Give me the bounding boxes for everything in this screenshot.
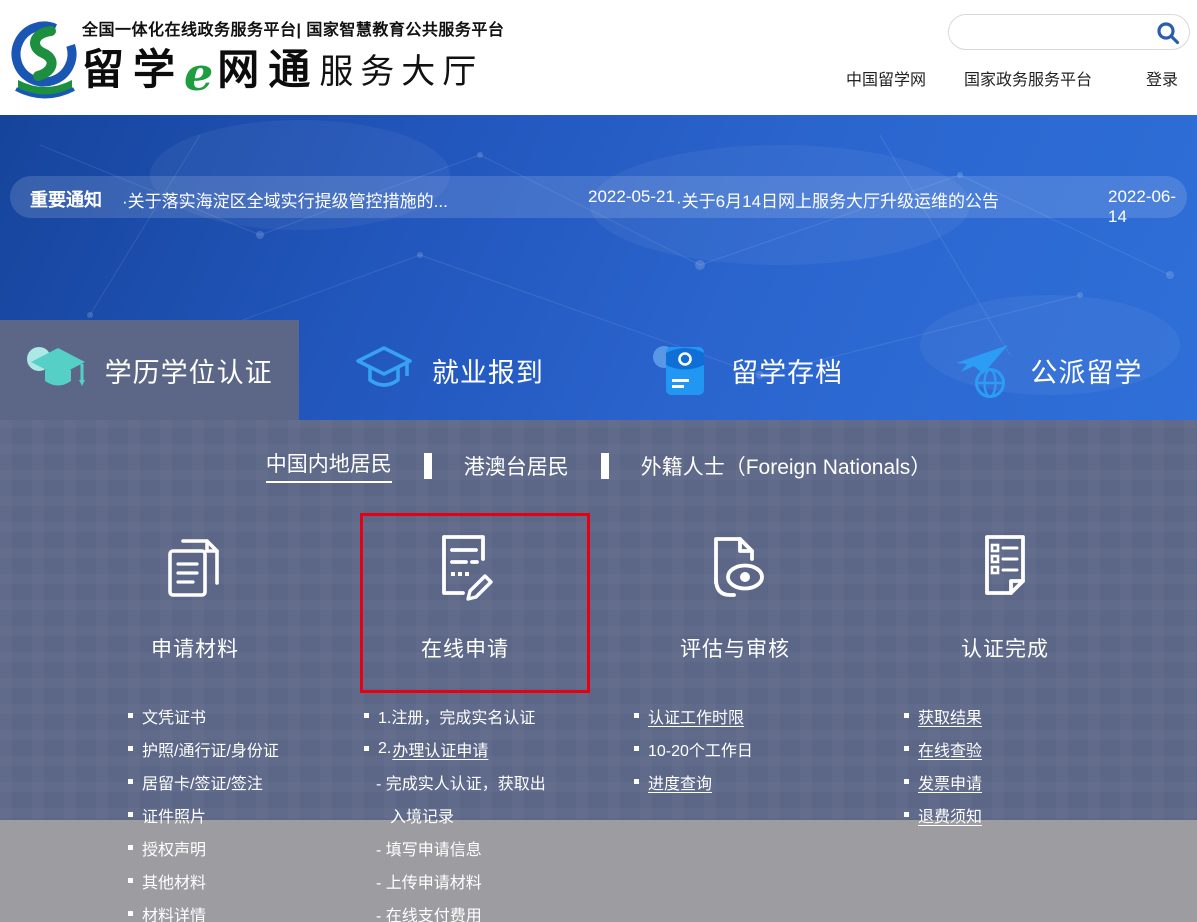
tab-study-abroad-archive[interactable]: 留学存档 xyxy=(599,320,898,420)
notice-link[interactable]: ·关于6月14日网上服务大厅升级运维的公告 xyxy=(676,187,999,212)
brand-part1: 留学 xyxy=(82,36,184,97)
header: 全国一体化在线政务服务平台| 国家智慧教育公共服务平台 留学e网通服务大厅 中国… xyxy=(0,0,1197,115)
notice-bar-label: 重要通知 xyxy=(30,186,102,212)
subtab-mainland-residents[interactable]: 中国内地居民 xyxy=(266,448,392,483)
step-label: 在线申请 xyxy=(421,633,509,663)
notice-date: 2022-06-14 xyxy=(1108,187,1187,227)
cscse-logo-icon xyxy=(6,12,84,104)
step-list: 认证工作时限 10-20个工作日 进度查询 xyxy=(634,699,870,798)
step-column-online-application: 在线申请 1.注册，完成实名认证 2.办理认证申请 - 完成实人认证，获取出 入… xyxy=(330,505,600,922)
list-item[interactable]: 认证工作时限 xyxy=(634,699,870,732)
form-edit-icon xyxy=(423,525,507,609)
list-item[interactable]: 进度查询 xyxy=(634,765,870,798)
list-item[interactable]: 授权声明 xyxy=(128,831,330,864)
list-item: 10-20个工作日 xyxy=(634,732,870,765)
nav-link-china-study-abroad[interactable]: 中国留学网 xyxy=(846,66,926,90)
subtab-separator xyxy=(601,453,609,479)
tab-government-sponsored-study[interactable]: 公派留学 xyxy=(898,320,1197,420)
list-item[interactable]: 其他材料 xyxy=(128,864,330,897)
resident-subtabs: 中国内地居民 港澳台居民 外籍人士（Foreign Nationals） xyxy=(0,448,1197,483)
notice-bar: 重要通知 ·关于落实海淀区全域实行提级管控措施的... 2022-05-21 ·… xyxy=(10,176,1187,218)
step-column-application-materials: 申请材料 文凭证书 护照/通行证/身份证 居留卡/签证/签注 证件照片 授权声明… xyxy=(60,505,330,922)
archive-envelope-icon xyxy=(653,341,713,399)
step-list: 获取结果 在线查验 发票申请 退费须知 xyxy=(904,699,1140,831)
list-item[interactable]: 退费须知 xyxy=(904,798,1140,831)
list-item: - 在线支付费用 xyxy=(364,897,600,922)
step-online-application[interactable]: 在线申请 xyxy=(330,505,600,663)
tab-degree-certification[interactable]: 学历学位认证 xyxy=(0,320,299,420)
notice-date: 2022-05-21 xyxy=(588,187,675,207)
list-item: - 填写申请信息 xyxy=(364,831,600,864)
main-tabs: 学历学位认证 就业报到 留学存档 xyxy=(0,320,1197,420)
step-label: 评估与审核 xyxy=(680,633,790,663)
page: 全国一体化在线政务服务平台| 国家智慧教育公共服务平台 留学e网通服务大厅 中国… xyxy=(0,0,1197,922)
brand-part2: e xyxy=(184,51,213,97)
list-item: - 上传申请材料 xyxy=(364,864,600,897)
list-item[interactable]: 文凭证书 xyxy=(128,699,330,732)
step-label: 认证完成 xyxy=(961,633,1049,663)
subtab-foreign-nationals[interactable]: 外籍人士（Foreign Nationals） xyxy=(641,451,932,481)
list-item: - 完成实人认证，获取出 xyxy=(364,765,600,798)
search-icon[interactable] xyxy=(1155,20,1181,46)
list-item[interactable]: 居留卡/签证/签注 xyxy=(128,765,330,798)
step-application-materials[interactable]: 申请材料 xyxy=(60,505,330,663)
list-item: 入境记录 xyxy=(364,798,600,831)
tab-label: 留学存档 xyxy=(731,351,843,390)
step-label: 申请材料 xyxy=(151,633,239,663)
login-link[interactable]: 登录 xyxy=(1146,66,1178,90)
search-input[interactable] xyxy=(963,17,1155,49)
document-eye-icon xyxy=(693,525,777,609)
step-certification-complete[interactable]: 认证完成 xyxy=(870,505,1140,663)
tab-label: 学历学位认证 xyxy=(105,351,273,390)
list-item[interactable]: 获取结果 xyxy=(904,699,1140,732)
brand-part4: 服务大厅 xyxy=(319,44,483,97)
list-item[interactable]: 材料详情 xyxy=(128,897,330,922)
notice-link[interactable]: ·关于落实海淀区全域实行提级管控措施的... xyxy=(122,187,448,212)
step-evaluation-review[interactable]: 评估与审核 xyxy=(600,505,870,663)
search-box xyxy=(948,14,1190,50)
list-item[interactable]: 1.注册，完成实名认证 xyxy=(364,699,600,732)
brand-title: 留学e网通服务大厅 xyxy=(82,36,483,97)
step-column-evaluation-review: 评估与审核 认证工作时限 10-20个工作日 进度查询 xyxy=(600,505,870,922)
checklist-icon xyxy=(963,525,1047,609)
list-item[interactable]: 2.办理认证申请 xyxy=(364,732,600,765)
graduation-cap-outline-icon xyxy=(354,344,414,396)
subtab-hk-macao-taiwan-residents[interactable]: 港澳台居民 xyxy=(464,451,569,481)
documents-icon xyxy=(153,525,237,609)
tab-label: 就业报到 xyxy=(432,351,544,390)
step-list: 文凭证书 护照/通行证/身份证 居留卡/签证/签注 证件照片 授权声明 其他材料… xyxy=(128,699,330,922)
graduation-cap-icon xyxy=(27,344,87,396)
nav-link-national-gov-platform[interactable]: 国家政务服务平台 xyxy=(964,66,1092,90)
list-item[interactable]: 在线查验 xyxy=(904,732,1140,765)
list-item[interactable]: 证件照片 xyxy=(128,798,330,831)
list-item[interactable]: 发票申请 xyxy=(904,765,1140,798)
brand-part3: 网通 xyxy=(217,36,319,97)
process-steps: 申请材料 文凭证书 护照/通行证/身份证 居留卡/签证/签注 证件照片 授权声明… xyxy=(60,505,1140,922)
step-list: 1.注册，完成实名认证 2.办理认证申请 - 完成实人认证，获取出 入境记录 -… xyxy=(364,699,600,922)
subtab-separator xyxy=(424,453,432,479)
list-item[interactable]: 护照/通行证/身份证 xyxy=(128,732,330,765)
plane-globe-icon xyxy=(952,341,1012,399)
tab-employment-registration[interactable]: 就业报到 xyxy=(299,320,598,420)
step-column-certification-complete: 认证完成 获取结果 在线查验 发票申请 退费须知 xyxy=(870,505,1140,922)
tab-label: 公派留学 xyxy=(1030,351,1142,390)
